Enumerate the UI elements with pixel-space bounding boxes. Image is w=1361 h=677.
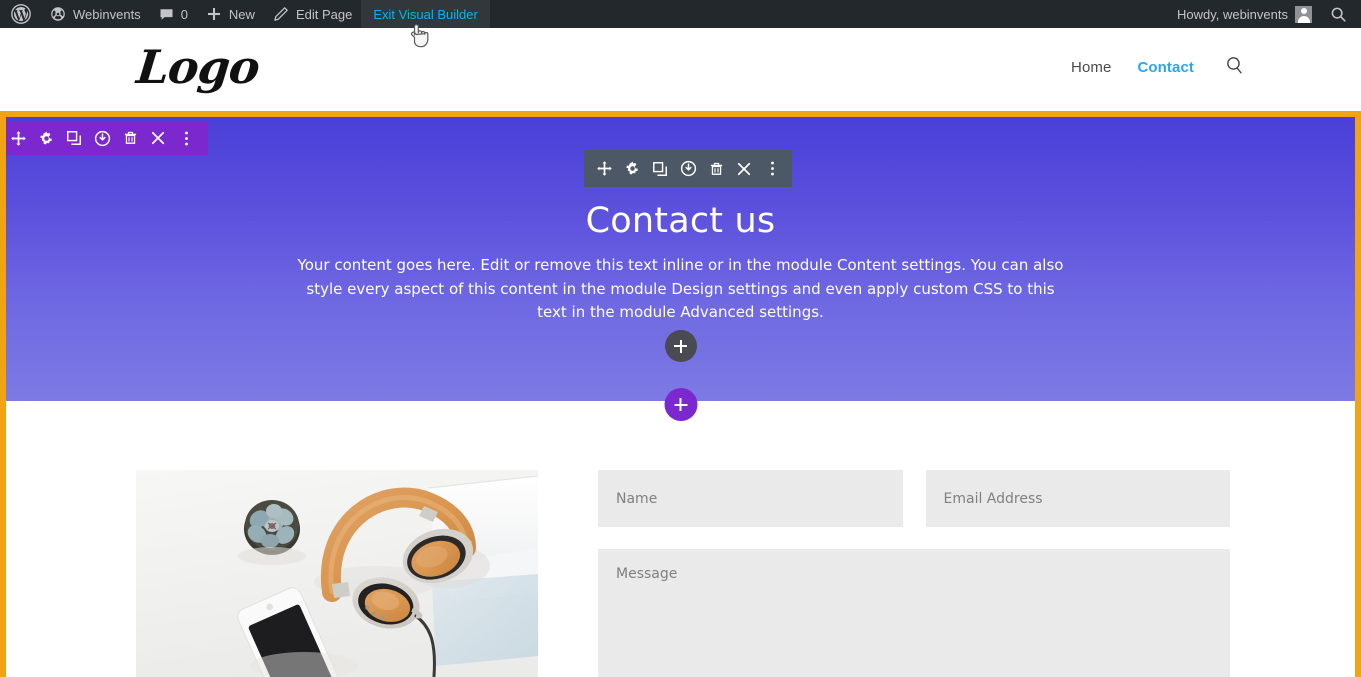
admin-bar-site-name[interactable]: Webinvents (41, 0, 150, 28)
comment-bubble-icon (159, 7, 174, 22)
pencil-icon (273, 6, 289, 22)
hero-body-text[interactable]: Your content goes here. Edit or remove t… (293, 254, 1068, 325)
more-options-icon[interactable] (758, 152, 786, 186)
module-toolbar (584, 150, 792, 187)
move-handle-icon[interactable] (590, 152, 618, 186)
wp-admin-bar: Webinvents 0 New Edit Page Exit Visual B… (0, 0, 1361, 28)
hero-title[interactable]: Contact us (6, 201, 1355, 241)
save-to-library-icon[interactable] (674, 152, 702, 186)
site-logo[interactable]: Logo (134, 40, 262, 94)
duplicate-icon[interactable] (646, 152, 674, 186)
edit-page-label: Edit Page (295, 6, 353, 22)
gear-icon[interactable] (618, 152, 646, 186)
exit-visual-builder-button[interactable]: Exit Visual Builder (361, 0, 490, 28)
visual-builder-frame: Contact us Your content goes here. Edit … (0, 111, 1361, 677)
dashboard-icon (50, 6, 66, 22)
message-input[interactable]: Message (598, 549, 1230, 677)
search-icon (1330, 6, 1347, 23)
add-new-row-button[interactable] (664, 330, 697, 362)
admin-bar-edit-page[interactable]: Edit Page (264, 0, 361, 28)
hero-section[interactable]: Contact us Your content goes here. Edit … (6, 117, 1355, 401)
comments-count: 0 (180, 6, 188, 22)
name-input[interactable]: Name (598, 470, 903, 527)
search-icon (1225, 55, 1245, 80)
wordpress-icon (11, 4, 31, 24)
user-avatar-icon (1295, 5, 1312, 23)
site-header: Logo Home Contact (0, 28, 1361, 111)
primary-navigation: Home Contact (1071, 56, 1246, 78)
header-search-button[interactable] (1224, 56, 1246, 78)
admin-bar-search-button[interactable] (1321, 0, 1361, 28)
admin-bar-comments[interactable]: 0 (150, 0, 197, 28)
trash-icon[interactable] (116, 121, 144, 155)
email-input[interactable]: Email Address (925, 470, 1230, 527)
exit-visual-builder-label: Exit Visual Builder (373, 6, 478, 22)
contact-form: Name Email Address Message (598, 470, 1230, 677)
contact-section[interactable]: Name Email Address Message (6, 401, 1355, 677)
more-options-icon[interactable] (172, 121, 200, 155)
plus-icon (674, 398, 687, 411)
contact-form-row-1: Name Email Address (598, 470, 1230, 527)
admin-bar-wordpress-logo[interactable] (0, 0, 41, 28)
contact-image[interactable] (136, 470, 538, 677)
gear-icon[interactable] (32, 121, 60, 155)
section-toolbar (6, 121, 208, 155)
plus-icon (674, 339, 687, 353)
plus-icon (206, 6, 222, 22)
add-new-section-button[interactable] (664, 388, 697, 421)
close-icon[interactable] (730, 152, 758, 186)
nav-item-home[interactable]: Home (1071, 59, 1111, 76)
save-to-library-icon[interactable] (88, 121, 116, 155)
nav-item-contact[interactable]: Contact (1137, 59, 1194, 76)
close-icon[interactable] (144, 121, 172, 155)
admin-bar-new-content[interactable]: New (197, 0, 264, 28)
site-name-label: Webinvents (73, 6, 141, 22)
admin-bar-my-account[interactable]: Howdy, webinvents (1168, 0, 1321, 28)
trash-icon[interactable] (702, 152, 730, 186)
duplicate-icon[interactable] (60, 121, 88, 155)
new-label: New (228, 6, 255, 22)
move-handle-icon[interactable] (6, 121, 32, 155)
howdy-label: Howdy, webinvents (1176, 6, 1288, 22)
